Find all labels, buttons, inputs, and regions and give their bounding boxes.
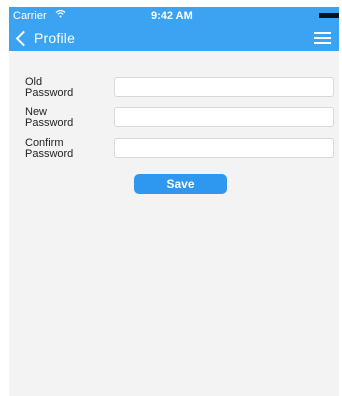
status-bar: Carrier 9:42 AM	[9, 7, 339, 25]
hamburger-menu-icon[interactable]	[314, 32, 331, 44]
chevron-left-icon	[15, 30, 32, 46]
confirm-password-field[interactable]	[114, 138, 334, 158]
app-screen: Carrier 9:42 AM Profile Old Password New…	[9, 7, 339, 396]
carrier-label: Carrier	[13, 10, 47, 22]
back-label: Profile	[34, 30, 76, 46]
old-password-label: Old Password	[25, 77, 105, 99]
label-line: Password	[25, 117, 74, 129]
confirm-password-label: Confirm Password	[25, 138, 105, 160]
battery-icon	[319, 13, 339, 18]
label-line: Password	[25, 148, 74, 160]
back-button[interactable]: Profile	[13, 25, 75, 51]
new-password-field[interactable]	[114, 107, 334, 127]
wifi-icon	[55, 7, 66, 25]
clock: 9:42 AM	[151, 10, 193, 22]
label-line: Password	[25, 87, 74, 99]
old-password-field[interactable]	[114, 77, 334, 97]
save-button[interactable]: Save	[134, 174, 227, 194]
navigation-bar: Profile	[9, 25, 339, 51]
new-password-label: New Password	[25, 107, 105, 129]
